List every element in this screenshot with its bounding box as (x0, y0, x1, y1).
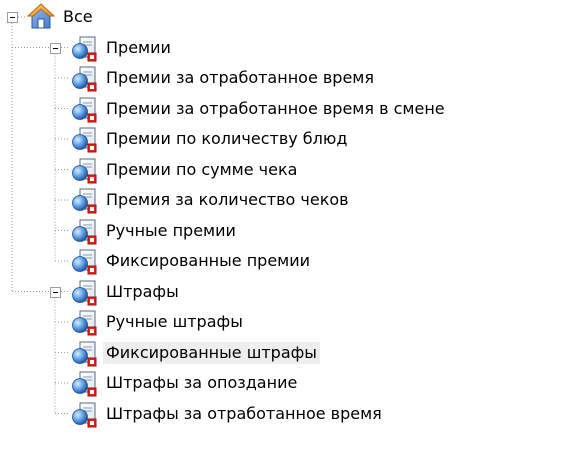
document-icon (70, 95, 98, 123)
document-icon (70, 64, 98, 92)
document-icon (70, 400, 98, 428)
tree-node-item[interactable]: Штрафы за отработанное время (0, 399, 573, 429)
tree-node-root[interactable]: Все (0, 2, 573, 32)
document-icon (70, 339, 98, 367)
document-icon (70, 186, 98, 214)
tree-node-label[interactable]: Премии за отработанное время в смене (103, 98, 448, 120)
tree-node-label[interactable]: Штрафы (103, 281, 182, 303)
tree-node-item[interactable]: Премии за отработанное время в смене (0, 94, 573, 124)
tree-node-item[interactable]: Фиксированные штрафы (0, 338, 573, 368)
collapse-toggle[interactable] (50, 286, 61, 298)
document-icon (70, 156, 98, 184)
tree-node-item[interactable]: Премии за отработанное время (0, 63, 573, 93)
tree-node-label[interactable]: Штрафы за отработанное время (103, 403, 385, 425)
tree-node-item[interactable]: Ручные штрафы (0, 307, 573, 337)
tree-node-item[interactable]: Премии по количеству блюд (0, 124, 573, 154)
tree-node-label[interactable]: Штрафы за опоздание (103, 372, 300, 394)
tree-node-item[interactable]: Премии по сумме чека (0, 155, 573, 185)
tree-node-label[interactable]: Премии за отработанное время (103, 67, 377, 89)
tree-node-label[interactable]: Премии (103, 37, 174, 59)
tree-node-label[interactable]: Все (60, 6, 96, 28)
tree-node-item[interactable]: Премия за количество чеков (0, 185, 573, 215)
tree-node-label[interactable]: Фиксированные штрафы (103, 341, 320, 364)
tree-node-label[interactable]: Премии по количеству блюд (103, 128, 350, 150)
folder-document-icon (70, 278, 98, 306)
tree-node-label[interactable]: Премии по сумме чека (103, 159, 300, 181)
tree-node-item[interactable]: Фиксированные премии (0, 246, 573, 276)
tree-node-item[interactable]: Штрафы за опоздание (0, 368, 573, 398)
tree-node-label[interactable]: Ручные штрафы (103, 311, 246, 333)
folder-document-icon (70, 34, 98, 62)
document-icon (70, 247, 98, 275)
house-icon (26, 3, 56, 31)
document-icon (70, 308, 98, 336)
collapse-toggle[interactable] (50, 42, 61, 54)
tree-node-group[interactable]: Штрафы (0, 277, 573, 307)
collapse-toggle[interactable] (7, 12, 18, 23)
tree-node-group[interactable]: Премии (0, 33, 573, 63)
document-icon (70, 217, 98, 245)
tree-node-label[interactable]: Ручные премии (103, 220, 239, 242)
tree-node-label[interactable]: Премия за количество чеков (103, 189, 352, 211)
document-icon (70, 369, 98, 397)
tree-node-item[interactable]: Ручные премии (0, 216, 573, 246)
tree-node-label[interactable]: Фиксированные премии (103, 250, 313, 272)
document-icon (70, 125, 98, 153)
